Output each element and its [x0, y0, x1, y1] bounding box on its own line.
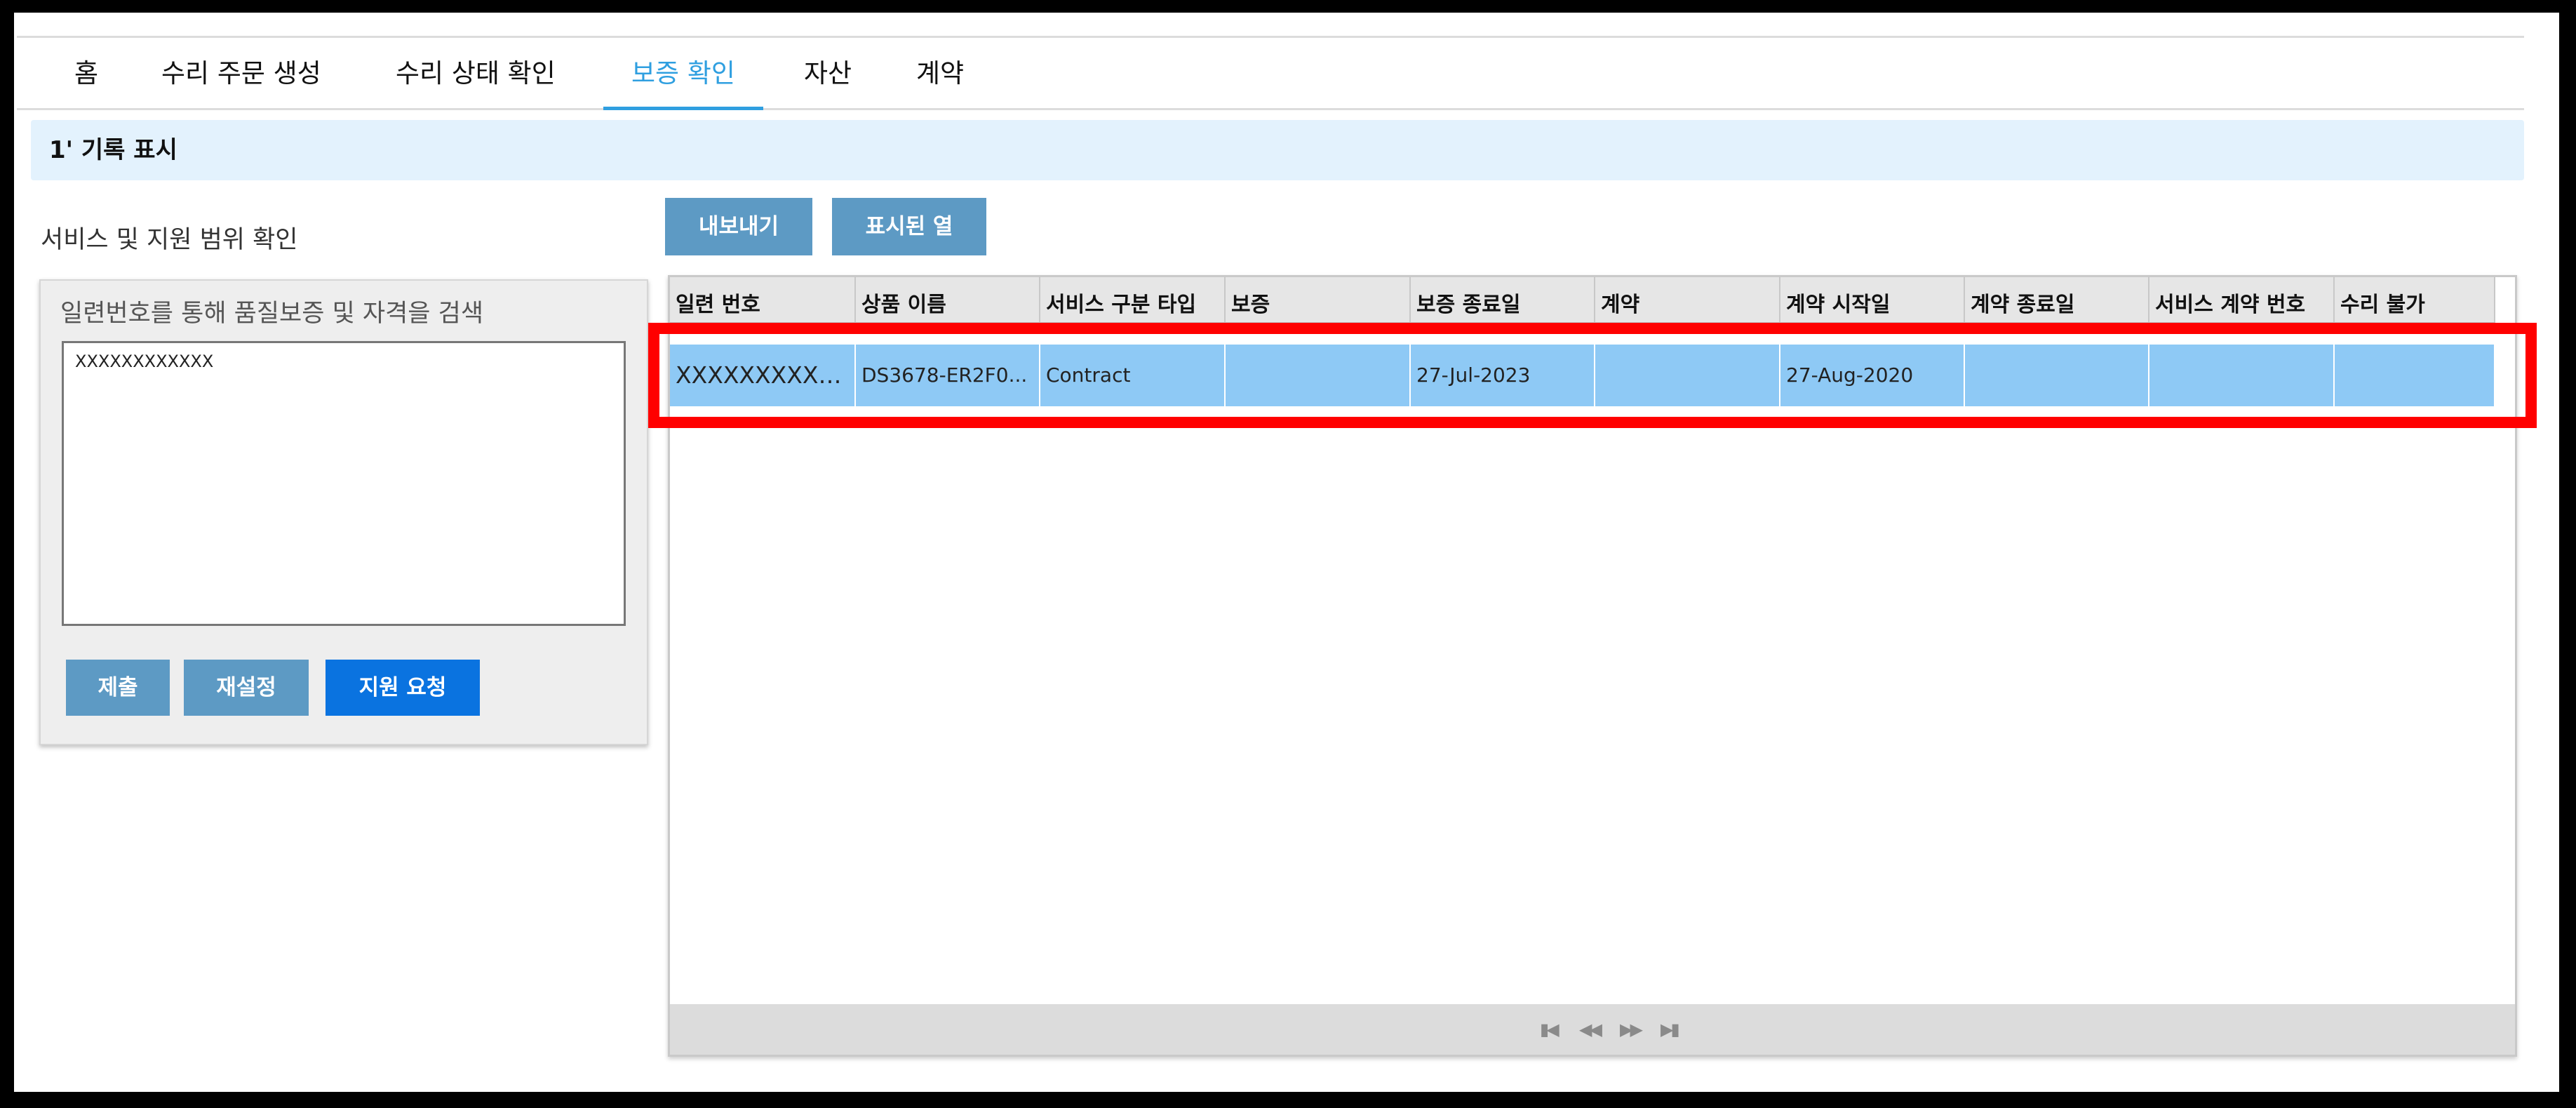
warranty-grid: 일련 번호 상품 이름 서비스 구분 타입 보증 보증 종료일 계약 계약 시작…	[668, 275, 2517, 1057]
submit-button[interactable]: 제출	[66, 660, 170, 716]
tab-repair-status[interactable]: 수리 상태 확인	[396, 39, 556, 108]
cell-contract-end	[1965, 345, 2149, 406]
visible-columns-button[interactable]: 표시된 열	[832, 198, 986, 255]
serial-number-input[interactable]: XXXXXXXXXXXX	[62, 341, 626, 626]
prev-page-icon[interactable]: ◀◀	[1579, 1020, 1602, 1039]
main-nav: 홈 수리 주문 생성 수리 상태 확인 보증 확인 자산 계약	[17, 39, 2524, 110]
tab-assets[interactable]: 자산	[804, 39, 852, 108]
last-page-icon[interactable]: ▶▮	[1661, 1020, 1680, 1039]
column-header-not-repairable[interactable]: 수리 불가	[2335, 277, 2495, 322]
cell-not-repairable	[2335, 345, 2495, 406]
column-header-warranty-end[interactable]: 보증 종료일	[1411, 277, 1595, 322]
support-request-button[interactable]: 지원 요청	[326, 660, 480, 716]
cell-warranty	[1226, 345, 1411, 406]
column-header-service-type[interactable]: 서비스 구분 타입	[1040, 277, 1226, 322]
nav-top-divider	[17, 36, 2524, 38]
tab-create-repair-order[interactable]: 수리 주문 생성	[161, 39, 321, 108]
coverage-check-title: 서비스 및 지원 범위 확인	[41, 226, 298, 254]
tab-home[interactable]: 홈	[74, 39, 98, 108]
column-header-contract-start[interactable]: 계약 시작일	[1780, 277, 1965, 322]
grid-pager-bar: ▮◀ ◀◀ ▶▶ ▶▮	[670, 1004, 2515, 1055]
column-header-contract[interactable]: 계약	[1595, 277, 1780, 322]
column-header-service-contract-no[interactable]: 서비스 계약 번호	[2149, 277, 2335, 322]
records-banner: 1' 기록 표시	[31, 120, 2524, 180]
cell-serial: XXXXXXXXXXXX	[670, 345, 856, 406]
export-button[interactable]: 내보내기	[665, 198, 812, 255]
first-page-icon[interactable]: ▮◀	[1540, 1020, 1559, 1039]
column-header-warranty[interactable]: 보증	[1226, 277, 1411, 322]
serial-search-label: 일련번호를 통해 품질보증 및 자격을 검색	[60, 300, 484, 328]
cell-contract-start: 27-Aug-2020	[1780, 345, 1965, 406]
tab-contracts[interactable]: 계약	[916, 39, 964, 108]
column-header-product-name[interactable]: 상품 이름	[856, 277, 1040, 322]
column-header-contract-end[interactable]: 계약 종료일	[1965, 277, 2149, 322]
app-window: 홈 수리 주문 생성 수리 상태 확인 보증 확인 자산 계약 1' 기록 표시…	[14, 13, 2559, 1092]
cell-service-contract-no	[2149, 345, 2335, 406]
column-header-serial[interactable]: 일련 번호	[670, 277, 856, 322]
grid-header: 일련 번호 상품 이름 서비스 구분 타입 보증 보증 종료일 계약 계약 시작…	[670, 277, 2495, 323]
tab-warranty-check[interactable]: 보증 확인	[603, 39, 763, 110]
serial-search-panel: 일련번호를 통해 품질보증 및 자격을 검색 XXXXXXXXXXXX 제출 재…	[39, 279, 648, 745]
cell-product-name: DS3678-ER2F0...	[856, 345, 1040, 406]
cell-warranty-end: 27-Jul-2023	[1411, 345, 1595, 406]
next-page-icon[interactable]: ▶▶	[1620, 1020, 1643, 1039]
reset-button[interactable]: 재설정	[184, 660, 309, 716]
cell-service-type: Contract	[1040, 345, 1226, 406]
cell-contract	[1595, 345, 1780, 406]
table-row[interactable]: XXXXXXXXXXXX DS3678-ER2F0... Contract 27…	[670, 345, 2495, 406]
records-count-text: 1' 기록 표시	[49, 136, 177, 164]
